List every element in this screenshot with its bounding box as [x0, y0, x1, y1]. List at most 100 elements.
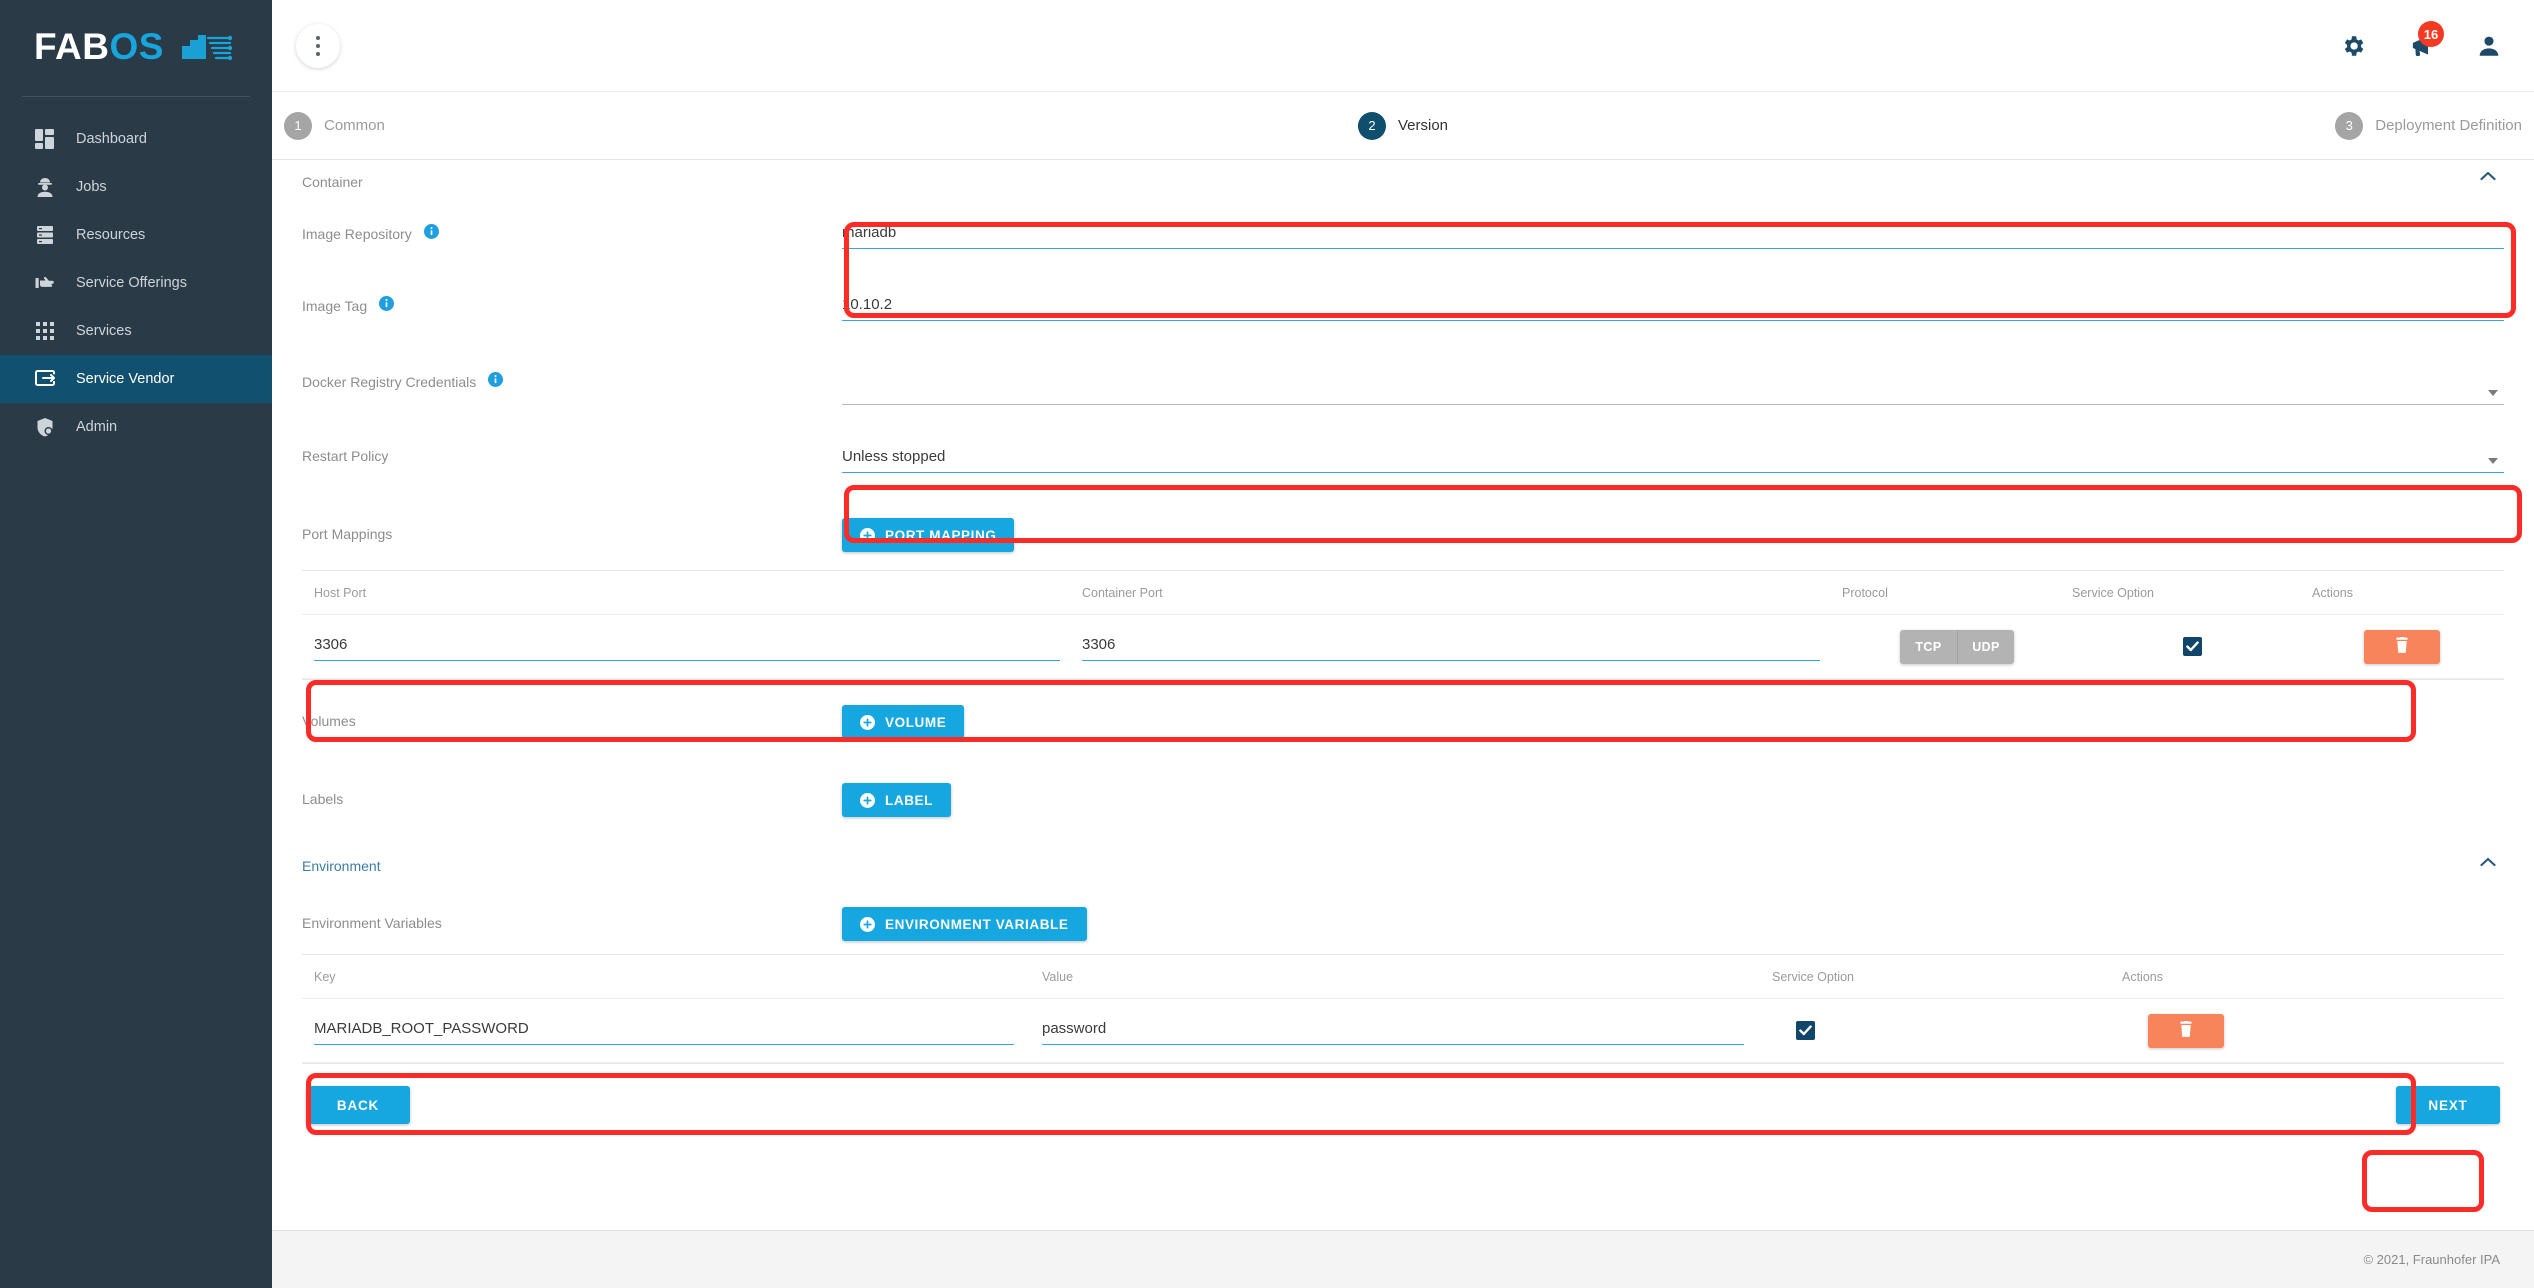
- step-label: Version: [1397, 117, 1449, 134]
- delete-environment-variable-button[interactable]: [2148, 1013, 2224, 1048]
- step-version[interactable]: 2 Version: [1357, 111, 1449, 140]
- protocol-udp-button[interactable]: UDP: [1957, 629, 2014, 664]
- shield-user-icon: [34, 416, 56, 438]
- chevron-up-icon[interactable]: [2480, 168, 2496, 186]
- sidebar-item-label: Dashboard: [76, 131, 147, 147]
- image-repository-input[interactable]: [842, 220, 2504, 249]
- sidebar-item-label: Jobs: [76, 179, 107, 195]
- info-icon[interactable]: [379, 296, 395, 316]
- step-number: 3: [2335, 111, 2364, 140]
- row-volumes: Volumes VOLUME: [302, 680, 2504, 764]
- column-header-key: Key: [314, 969, 336, 984]
- announcements-badge: 16: [2418, 21, 2444, 47]
- delete-port-mapping-button[interactable]: [2364, 629, 2440, 664]
- service-option-checkbox[interactable]: [1796, 1021, 1815, 1040]
- env-value-input[interactable]: [1042, 1016, 1744, 1045]
- sidebar-item-label: Service Vendor: [76, 371, 175, 387]
- sidebar-item-services[interactable]: Services: [0, 307, 272, 355]
- topbar: 16: [272, 0, 2534, 92]
- service-option-checkbox[interactable]: [2182, 637, 2202, 656]
- chevron-down-icon: [2488, 458, 2498, 464]
- sidebar-item-dashboard[interactable]: Dashboard: [0, 115, 272, 163]
- host-port-input[interactable]: [314, 632, 1060, 661]
- plus-circle-icon: [860, 916, 875, 932]
- step-number: 1: [284, 111, 312, 140]
- worker-icon: [34, 176, 56, 198]
- plus-circle-icon: [860, 527, 875, 543]
- sidebar: FABOS Dashboard Jobs Resources Service O…: [0, 0, 272, 1288]
- trash-icon: [2395, 637, 2409, 656]
- add-label-button[interactable]: LABEL: [842, 783, 951, 817]
- back-button[interactable]: BACK: [306, 1086, 410, 1124]
- protocol-tcp-button[interactable]: TCP: [1900, 629, 1957, 664]
- table-row: TCP UDP: [302, 615, 2504, 679]
- image-tag-label: Image Tag: [302, 298, 368, 314]
- column-header-protocol: Protocol: [1842, 585, 1888, 600]
- image-repository-label: Image Repository: [302, 226, 412, 242]
- step-deployment-definition[interactable]: 3 Deployment Definition: [2335, 111, 2522, 140]
- plus-circle-icon: [860, 714, 875, 730]
- port-mappings-table-header: Host Port Container Port Protocol Servic…: [302, 571, 2504, 615]
- sidebar-item-label: Resources: [76, 227, 146, 243]
- sidebar-item-resources[interactable]: Resources: [0, 211, 272, 259]
- server-rack-icon: [34, 224, 56, 246]
- column-header-service-option: Service Option: [1772, 969, 1854, 984]
- container-section-title: Container: [302, 174, 363, 190]
- column-header-container-port: Container Port: [1082, 585, 1163, 600]
- add-volume-label: VOLUME: [885, 714, 947, 730]
- add-environment-variable-label: ENVIRONMENT VARIABLE: [885, 916, 1069, 932]
- column-header-actions: Actions: [2122, 969, 2163, 984]
- port-mappings-label: Port Mappings: [302, 526, 393, 542]
- step-common[interactable]: 1 Common: [284, 111, 385, 140]
- row-environment-variables: Environment Variables ENVIRONMENT VARIAB…: [302, 898, 2504, 950]
- add-port-mapping-button[interactable]: PORT MAPPING: [842, 518, 1015, 552]
- sidebar-item-service-offerings[interactable]: Service Offerings: [0, 259, 272, 307]
- brand-logo[interactable]: FABOS: [0, 0, 272, 92]
- env-key-input[interactable]: [314, 1016, 1014, 1045]
- dashboard-icon: [34, 128, 56, 150]
- column-header-actions: Actions: [2312, 585, 2353, 600]
- field-image-repository: Image Repository: [302, 206, 2504, 278]
- step-number: 2: [1357, 111, 1386, 140]
- brand-wordmark: FABOS: [34, 28, 164, 65]
- info-icon[interactable]: [488, 372, 504, 392]
- sidebar-item-service-vendor[interactable]: Service Vendor: [0, 355, 272, 403]
- next-button[interactable]: NEXT: [2396, 1086, 2500, 1124]
- image-tag-input[interactable]: [842, 292, 2504, 321]
- info-icon[interactable]: [423, 224, 439, 244]
- environment-section-title: Environment: [302, 858, 381, 874]
- docker-registry-credentials-select[interactable]: [842, 376, 2504, 405]
- plus-circle-icon: [860, 792, 875, 808]
- gear-icon[interactable]: [2340, 33, 2366, 59]
- field-docker-registry-credentials: Docker Registry Credentials: [302, 350, 2504, 426]
- kebab-menu-icon[interactable]: [296, 24, 340, 68]
- table-row: [302, 999, 2504, 1063]
- main-area: 16 1 Common 2 Version 3 Deployment Defin…: [272, 0, 2534, 1288]
- restart-policy-select[interactable]: [842, 444, 2504, 473]
- docker-registry-credentials-value[interactable]: [842, 376, 2504, 405]
- person-icon[interactable]: [2476, 33, 2502, 59]
- port-mappings-table: Host Port Container Port Protocol Servic…: [302, 570, 2504, 680]
- sidebar-item-jobs[interactable]: Jobs: [0, 163, 272, 211]
- field-image-tag: Image Tag: [302, 278, 2504, 350]
- wizard-actions: BACK NEXT: [302, 1086, 2504, 1124]
- add-volume-button[interactable]: VOLUME: [842, 705, 965, 739]
- row-labels: Labels LABEL: [302, 764, 2504, 836]
- add-environment-variable-button[interactable]: ENVIRONMENT VARIABLE: [842, 907, 1087, 941]
- volumes-label: Volumes: [302, 713, 356, 729]
- service-vendor-icon: [34, 368, 56, 390]
- restart-policy-label: Restart Policy: [302, 448, 389, 464]
- restart-policy-value[interactable]: [842, 444, 2504, 473]
- brand-text-os: OS: [109, 25, 164, 67]
- step-label: Common: [324, 117, 385, 134]
- chevron-up-icon[interactable]: [2480, 854, 2496, 872]
- sidebar-item-admin[interactable]: Admin: [0, 403, 272, 451]
- column-header-host-port: Host Port: [314, 585, 367, 600]
- container-port-input[interactable]: [1082, 632, 1820, 661]
- megaphone-icon[interactable]: 16: [2408, 21, 2444, 59]
- hand-pointing-icon: [34, 272, 56, 294]
- sidebar-item-label: Service Offerings: [76, 275, 187, 291]
- environment-section-header: Environment: [302, 836, 2504, 898]
- environment-variables-table: Key Value Service Option Actions: [302, 954, 2504, 1064]
- row-port-mappings: Port Mappings PORT MAPPING: [302, 504, 2504, 566]
